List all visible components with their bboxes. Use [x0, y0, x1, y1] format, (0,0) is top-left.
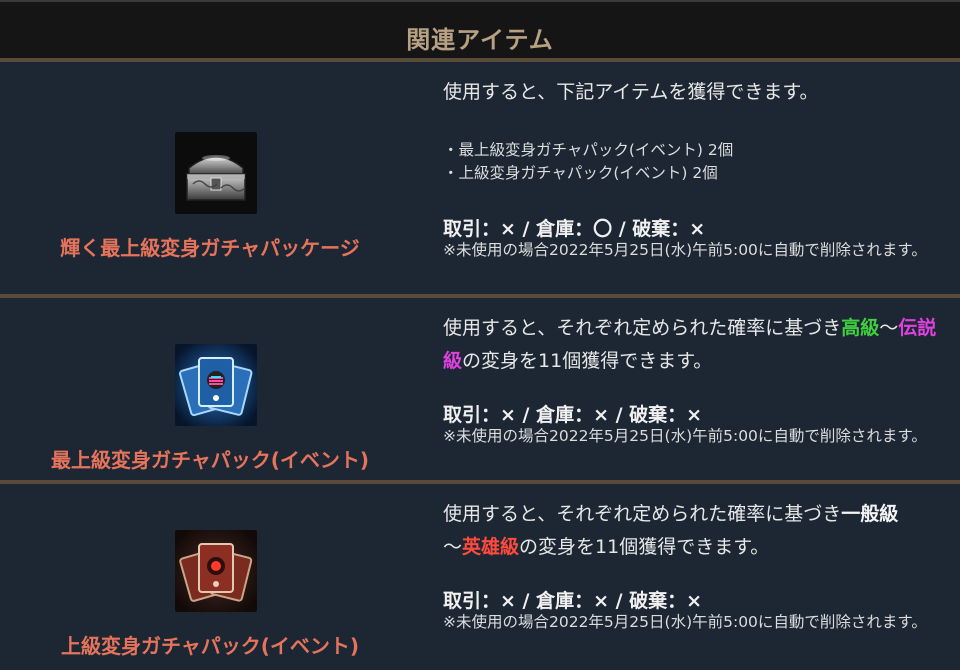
desc-text: の変身を11個獲得できます。 — [462, 350, 713, 372]
grade-highlight: 英雄級 — [462, 536, 520, 558]
item-row: 輝く最上級変身ガチャパッケージ 使用すると、下記アイテムを獲得できます。 ・最上… — [0, 0, 960, 298]
trade-info: 取引：× / 倉庫：〇 / 破棄：× — [443, 218, 706, 240]
red-card-pack-icon — [175, 530, 257, 612]
expiry-note: ※未使用の場合2022年5月25日(水)午前5:00に自動で削除されます。 — [443, 427, 927, 445]
item-name: 上級変身ガチャパック(イベント) — [60, 634, 360, 658]
grade-highlight: 高級 — [841, 317, 880, 339]
list-item: ・上級変身ガチャパック(イベント) 2個 — [443, 164, 718, 182]
list-item: ・最上級変身ガチャパック(イベント) 2個 — [443, 141, 734, 159]
item-row: 最上級変身ガチャパック(イベント) 使用すると、それぞれ定められた確率に基づき高… — [0, 298, 960, 482]
item-name: 輝く最上級変身ガチャパッケージ — [60, 236, 360, 260]
treasure-chest-icon — [175, 132, 257, 214]
contents-list: ・最上級変身ガチャパック(イベント) 2個 ・上級変身ガチャパック(イベント) … — [443, 139, 733, 185]
desc-text: 使用すると、それぞれ定められた確率に基づき — [443, 317, 842, 339]
trade-info: 取引：× / 倉庫：× / 破棄：× — [443, 590, 703, 612]
desc-text: の変身を11個獲得できます。 — [519, 536, 770, 558]
desc-text: ～ — [879, 317, 899, 339]
expiry-note: ※未使用の場合2022年5月25日(水)午前5:00に自動で削除されます。 — [443, 241, 927, 259]
related-items-panel: 関連アイテム 輝く最上級変身ガチャパッケージ 使用すると、下記アイテムを獲得でき… — [0, 0, 960, 670]
desc-text: 使用すると、それぞれ定められた確率に基づき — [443, 503, 842, 525]
item-description: 使用すると、下記アイテムを獲得できます。 — [443, 81, 819, 103]
item-description: 使用すると、それぞれ定められた確率に基づき一般級 ～英雄級の変身を11個獲得できま… — [443, 498, 943, 564]
item-row: 上級変身ガチャパック(イベント) 使用すると、それぞれ定められた確率に基づき一般… — [0, 484, 960, 670]
item-name: 最上級変身ガチャパック(イベント) — [50, 448, 370, 472]
trade-info: 取引：× / 倉庫：× / 破棄：× — [443, 404, 703, 426]
expiry-note: ※未使用の場合2022年5月25日(水)午前5:00に自動で削除されます。 — [443, 613, 927, 631]
grade-highlight: 一般級 — [841, 503, 899, 525]
blue-card-pack-icon — [175, 344, 257, 426]
item-description: 使用すると、それぞれ定められた確率に基づき高級～伝説級の変身を11個獲得できます… — [443, 312, 943, 378]
desc-text: ～ — [443, 536, 463, 558]
